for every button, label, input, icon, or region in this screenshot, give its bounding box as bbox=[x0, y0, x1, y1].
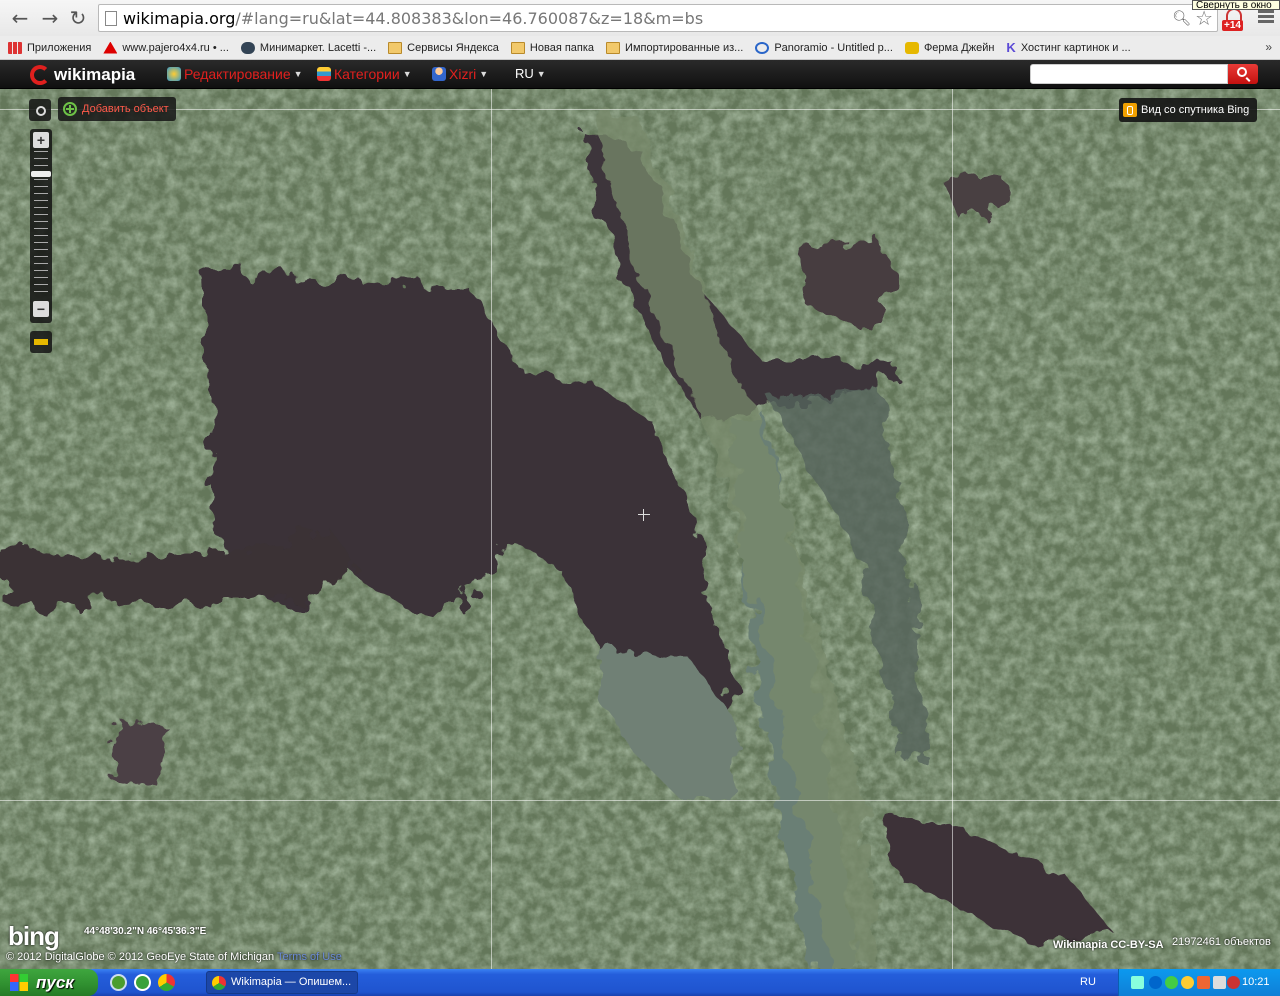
user-menu[interactable]: Xizri ▼ bbox=[432, 66, 488, 82]
back-arrow-icon[interactable]: ← bbox=[8, 6, 32, 30]
bluetooth-icon[interactable] bbox=[1149, 976, 1162, 989]
grid-line bbox=[491, 89, 492, 969]
magnifier-icon[interactable]: 🔍︎ bbox=[1172, 9, 1191, 27]
chrome-icon bbox=[212, 976, 226, 990]
coordinates-readout: 44°48'30.2"N 46°45'36.3"E bbox=[84, 926, 207, 937]
messenger-icon[interactable] bbox=[1181, 976, 1194, 989]
zoom-in-button[interactable]: + bbox=[33, 132, 49, 148]
car-icon bbox=[240, 41, 255, 54]
url-text[interactable]: wikimapia.org/#lang=ru&lat=44.808383&lon… bbox=[123, 9, 703, 28]
language-menu[interactable]: RU ▼ bbox=[515, 66, 546, 81]
satellite-imagery bbox=[0, 89, 1280, 969]
map-layer-button[interactable]: Вид со спутника Bing bbox=[1119, 98, 1258, 122]
extension-badge: +14 bbox=[1222, 20, 1243, 31]
user-icon bbox=[432, 67, 446, 81]
windows-taskbar: пуск Wikimapia — Опишем... RU 10:21 bbox=[0, 969, 1280, 996]
wikimapia-logo-icon bbox=[30, 65, 50, 85]
grid-line bbox=[0, 800, 1280, 801]
bookmark-yandex-folder[interactable]: Сервисы Яндекса bbox=[388, 41, 499, 54]
bing-logo: bing bbox=[8, 921, 60, 951]
bookmark-panoramio[interactable]: Panoramio - Untitled p... bbox=[755, 41, 893, 54]
add-icon bbox=[63, 102, 77, 116]
folder-icon bbox=[388, 41, 403, 54]
chrome-icon[interactable] bbox=[158, 974, 175, 991]
folder-icon bbox=[606, 41, 621, 54]
grid-line bbox=[0, 109, 1280, 110]
taskbar-window-button[interactable]: Wikimapia — Опишем... bbox=[206, 971, 358, 994]
grid-line bbox=[952, 89, 953, 969]
bookmark-apps[interactable]: Приложения bbox=[8, 41, 91, 54]
chevron-down-icon: ▼ bbox=[402, 69, 412, 79]
farm-icon bbox=[904, 41, 919, 54]
zoom-out-button[interactable]: − bbox=[33, 301, 49, 317]
search-input[interactable] bbox=[1030, 64, 1228, 84]
app-tray-icon[interactable] bbox=[1197, 976, 1210, 989]
panoramio-icon bbox=[755, 41, 770, 54]
clock: 10:21 bbox=[1242, 976, 1270, 988]
wikimapia-logo[interactable]: wikimapia bbox=[30, 64, 135, 86]
license-text[interactable]: Wikimapia CC-BY-SA bbox=[1053, 939, 1164, 951]
icq-tray-icon[interactable] bbox=[1165, 976, 1178, 989]
page-icon bbox=[105, 11, 117, 26]
chevron-down-icon: ▼ bbox=[479, 69, 489, 79]
apps-icon bbox=[8, 41, 22, 54]
utorrent-icon[interactable] bbox=[110, 974, 127, 991]
windows-logo-icon bbox=[10, 974, 28, 991]
categories-icon bbox=[317, 67, 331, 81]
extension-icon[interactable]: +14 bbox=[1222, 8, 1246, 32]
zoom-control: + − bbox=[30, 129, 52, 323]
map-copyright: © 2012 DigitalGlobe © 2012 GeoEye State … bbox=[6, 951, 342, 963]
bing-icon bbox=[1123, 103, 1137, 117]
wikimapia-header: wikimapia Редактирование ▼ Категории ▼ Xiz… bbox=[0, 60, 1280, 89]
address-bar[interactable]: wikimapia.org/#lang=ru&lat=44.808383&lon… bbox=[98, 4, 1218, 32]
chevron-down-icon: ▼ bbox=[536, 68, 546, 79]
terms-of-use-link[interactable]: Terms of Use bbox=[277, 951, 342, 963]
bookmark-farm[interactable]: Ферма Джейн bbox=[904, 41, 994, 54]
bookmarks-bar: Приложения www.pajero4x4.ru • ... Минима… bbox=[0, 36, 1280, 60]
network-icon[interactable] bbox=[1131, 976, 1144, 989]
folder-icon bbox=[510, 41, 525, 54]
reload-icon[interactable]: ↻ bbox=[66, 6, 90, 30]
chevron-down-icon: ▼ bbox=[293, 69, 303, 79]
start-button[interactable]: пуск bbox=[0, 969, 98, 996]
tooltip: Свернуть в окно bbox=[1192, 0, 1280, 10]
menu-icon[interactable] bbox=[1258, 10, 1274, 24]
globe-pencil-icon bbox=[167, 67, 181, 81]
satellite-map[interactable]: Добавить объект + − Вид со спутника Bing… bbox=[0, 89, 1280, 969]
k-icon: K bbox=[1006, 40, 1016, 55]
add-object-button[interactable]: Добавить объект bbox=[58, 97, 176, 121]
bookmarks-more-button[interactable]: » bbox=[1265, 40, 1272, 54]
map-center-crosshair-icon bbox=[638, 509, 650, 521]
bookmark-image-hosting[interactable]: K Хостинг картинок и ... bbox=[1006, 40, 1130, 55]
browser-toolbar: ← → ↻ wikimapia.org/#lang=ru&lat=44.8083… bbox=[0, 0, 1280, 36]
url-path: /#lang=ru&lat=44.808383&lon=46.760087&z=… bbox=[235, 9, 704, 28]
forward-arrow-icon[interactable]: → bbox=[38, 6, 62, 30]
edit-menu[interactable]: Редактирование ▼ bbox=[167, 66, 303, 82]
bookmark-pajero[interactable]: www.pajero4x4.ru • ... bbox=[103, 41, 229, 54]
volume-icon[interactable] bbox=[1213, 976, 1226, 989]
bookmark-minimarket[interactable]: Минимаркет. Lacetti -... bbox=[240, 41, 376, 54]
url-host: wikimapia.org bbox=[123, 9, 236, 28]
bookmark-imported-folder[interactable]: Импортированные из... bbox=[606, 41, 743, 54]
bookmark-new-folder[interactable]: Новая папка bbox=[510, 41, 594, 54]
mitsubishi-icon bbox=[103, 41, 118, 54]
zoom-slider-thumb[interactable] bbox=[31, 171, 51, 177]
map-settings-button[interactable] bbox=[29, 99, 51, 121]
search-icon bbox=[1237, 67, 1247, 77]
categories-menu[interactable]: Категории ▼ bbox=[317, 66, 412, 82]
search-button[interactable] bbox=[1228, 64, 1258, 84]
antivirus-icon[interactable] bbox=[1227, 976, 1240, 989]
language-indicator[interactable]: RU bbox=[1080, 976, 1096, 988]
ruler-button[interactable] bbox=[30, 331, 52, 353]
object-count: 21972461 объектов bbox=[1172, 936, 1271, 948]
icq-icon[interactable] bbox=[134, 974, 151, 991]
